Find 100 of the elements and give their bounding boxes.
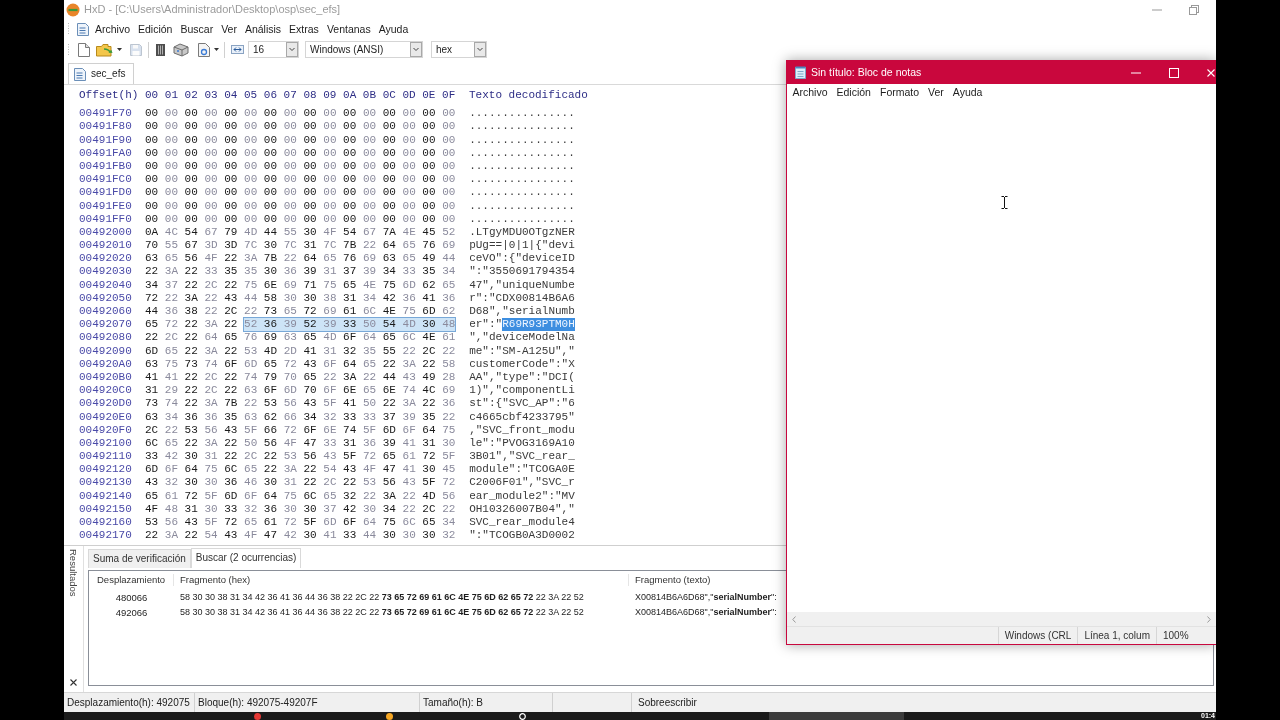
decoded-text: D68","serialNumb	[469, 305, 575, 319]
taskbar-app-icon[interactable]	[386, 712, 393, 720]
menu-item[interactable]: Ayuda	[948, 86, 987, 99]
offset-label: 004920C0	[79, 384, 132, 398]
menu-item[interactable]: Ver	[923, 86, 949, 99]
results-tab[interactable]: Buscar (2 ocurrencias)	[190, 548, 302, 568]
menu-item[interactable]: Edición	[134, 22, 177, 36]
hex-bytes: 00 00 00 00 00 00 00 00 00 00 00 00 00 00 00 00	[145, 186, 456, 200]
status-text: Windows (CRL	[997, 627, 1078, 644]
restore-icon[interactable]	[1189, 4, 1199, 15]
result-offset[interactable]: 492066	[89, 606, 174, 619]
menu-item[interactable]: Ventanas	[322, 22, 375, 36]
close-icon[interactable]	[70, 679, 77, 686]
decoded-text: ":"TCOGB0A3D0002	[469, 529, 575, 543]
results-side-tab[interactable]: Resultados	[67, 549, 80, 597]
taskbar-app-icon[interactable]	[519, 712, 526, 720]
hex-bytes: 6C 65 22 3A 22 50 56 4F 47 33 31 36 39 41 31 30	[145, 436, 456, 451]
offset-label: 00491F90	[79, 133, 132, 147]
column-header[interactable]: Fragmento (hex)	[174, 574, 629, 586]
menu-item[interactable]: Buscar	[176, 22, 218, 36]
decoded-text: AA","type":"DCI(	[469, 370, 575, 385]
status-text: Sobreescribir	[637, 695, 697, 710]
hex-bytes: 41 41 22 2C 22 74 79 70 65 22 3A 22 44 43 49 28	[145, 370, 456, 385]
scroll-left-icon[interactable]	[792, 615, 796, 623]
grip-handle-icon[interactable]	[67, 42, 70, 57]
dropdown-select[interactable]: Windows (ANSI)	[305, 41, 423, 58]
result-hex-fragment[interactable]: 58 30 30 38 31 34 42 36 41 36 44 36 38 22 2C 22 73 65 72 69 61 6C 4E 75 6D 62 65 72 22 3A 22 52	[174, 607, 629, 618]
offset-label: 00492030	[79, 265, 132, 279]
column-header[interactable]: Fragmento (texto)	[629, 574, 711, 586]
file-tab[interactable]: sec_efs	[68, 63, 135, 84]
hex-bytes: 00 00 00 00 00 00 00 00 00 00 00 00 00 00 00 00	[145, 146, 456, 160]
caret-icon[interactable]	[214, 48, 219, 51]
hex-bytes: 0A 4C 54 67 79 4D 44 55 30 4F 54 67 7A 4E 45 52	[145, 225, 456, 240]
drive-icon[interactable]	[173, 42, 189, 57]
menu-item[interactable]: Archivo	[91, 22, 134, 36]
results-tab[interactable]: Suma de verificación	[88, 549, 191, 568]
dropdown-select[interactable]: hex	[431, 41, 487, 58]
decoded-text: ear_module2":"MV	[469, 489, 575, 503]
grip-handle-icon[interactable]	[67, 22, 70, 36]
offset-label: 004920D0	[79, 397, 132, 411]
decoded-text: ................	[469, 212, 575, 226]
decoded-text: 47","uniqueNumbe	[469, 278, 575, 292]
offset-label: 00491FA0	[79, 146, 132, 160]
offset-label: 00491FE0	[79, 199, 132, 213]
decoded-text: C2006F01","SVC_r	[469, 476, 575, 490]
result-text-fragment[interactable]: X00814B6A6D68","serialNumber":	[629, 607, 777, 618]
window-title: HxD - [C:\Users\Administrador\Desktop\osp\sec_efs]	[84, 2, 341, 17]
column-header[interactable]: Desplazamiento	[89, 574, 174, 586]
decoded-text: ................	[469, 159, 575, 174]
offset-label: 00492070	[79, 318, 132, 332]
menu-item[interactable]: Archivo	[788, 86, 832, 99]
hex-bytes: 6D 6F 64 75 6C 65 22 3A 22 54 43 4F 47 41 30 45	[145, 463, 456, 477]
status-text: Línea 1, colum	[1077, 627, 1156, 644]
offset-label: 00492160	[79, 516, 132, 530]
menu-item[interactable]: Formato	[875, 86, 924, 99]
offset-label: 00491F70	[79, 107, 132, 121]
hex-bytes: 22 3A 22 33 35 35 30 36 39 31 37 39 34 33 35 34	[145, 265, 456, 279]
menu-item[interactable]: Extras	[285, 22, 323, 36]
hex-bytes: 00 00 00 00 00 00 00 00 00 00 00 00 00 00 00 00	[145, 212, 456, 226]
minimize-icon[interactable]	[1131, 71, 1141, 74]
hex-bytes: 53 56 43 5F 72 65 61 72 5F 6D 6F 64 75 6C 65 34	[145, 516, 456, 530]
hex-bytes: 65 72 22 3A 22	[145, 318, 238, 332]
notepad-icon	[795, 66, 806, 79]
menu-item[interactable]: Análisis	[240, 22, 286, 36]
new-file-icon[interactable]	[78, 42, 90, 57]
horizontal-scrollbar[interactable]	[787, 612, 1216, 626]
hex-bytes: 33 42 30 31 22 2C 22 53 56 43 5F 72 65 61 72 5F	[145, 450, 456, 464]
decoded-text: SVC_rear_module4	[469, 516, 575, 530]
hex-bytes: 43 32 30 30 36 46 30 31 22 2C 22 53 56 43 5F 72	[145, 476, 456, 490]
result-text-fragment[interactable]: X00814B6A6D68","serialNumber":	[629, 592, 777, 603]
striped-block-icon[interactable]	[156, 43, 165, 56]
menu-item[interactable]: Ayuda	[374, 22, 413, 36]
decoded-text: ................	[469, 186, 575, 200]
offset-label: 00491FD0	[79, 186, 132, 200]
offset-label: 00492000	[79, 225, 132, 240]
offset-label: 00492050	[79, 291, 132, 305]
offset-label: 004920E0	[79, 410, 132, 424]
column-headers: 00 01 02 03 04 05 06 07 08 09 0A 0B 0C 0D 0E 0F	[145, 89, 457, 103]
decoded-text: ................	[469, 146, 575, 160]
hex-bytes: 00 00 00 00 00 00 00 00 00 00 00 00 00 00 00 00	[145, 199, 456, 213]
hex-bytes: 00 00 00 00 00 00 00 00 00 00 00 00 00 00 00 00	[145, 173, 456, 187]
result-offset[interactable]: 480066	[89, 591, 174, 604]
window-title: Sin título: Bloc de notas	[811, 66, 922, 79]
hex-bytes: 31 29 22 2C 22 63 6F 6D 70 6F 6E 65 6E 74 4C 69	[145, 384, 456, 398]
decoded-text: st":{"SVC_AP":"6	[469, 397, 575, 411]
menu-item[interactable]: Edición	[832, 86, 876, 99]
scroll-right-icon[interactable]	[1207, 615, 1211, 623]
caret-icon[interactable]	[117, 48, 122, 51]
page-icon[interactable]	[198, 42, 210, 57]
offset-label: 00491FB0	[79, 159, 132, 174]
offset-label: 00492140	[79, 489, 132, 503]
dropdown-select[interactable]: 16	[248, 41, 299, 58]
width-arrows-icon[interactable]	[231, 45, 244, 54]
app-logo-icon	[66, 2, 80, 17]
decoded-text: ,"SVC_front_modu	[469, 423, 575, 437]
hex-bytes: 63 34 36 36 35 63 62 66 34 32 33 33 37 39 35 22	[145, 410, 456, 424]
maximize-icon[interactable]	[1169, 67, 1179, 78]
menu-item[interactable]: Ver	[217, 22, 241, 36]
decoded-text: pUg==|0|1|{"devi	[469, 239, 575, 253]
result-hex-fragment[interactable]: 58 30 30 38 31 34 42 36 41 36 44 36 38 22 2C 22 73 65 72 69 61 6C 4E 75 6D 62 65 72 22 3A 22 52	[174, 592, 629, 603]
